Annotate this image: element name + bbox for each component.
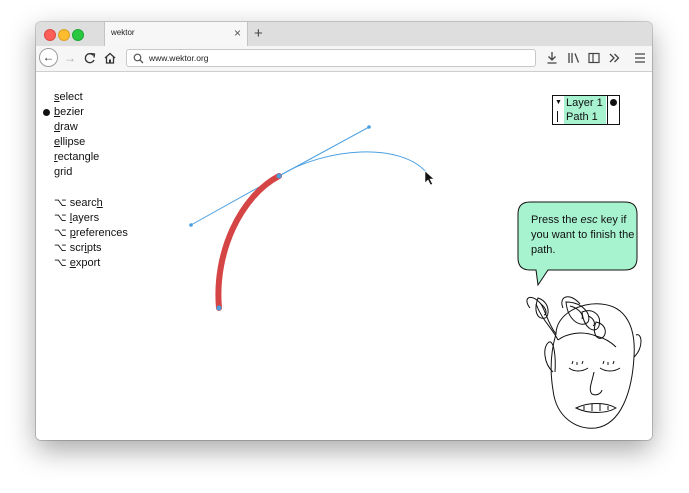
layer-visibility-dot-icon[interactable]	[610, 99, 617, 106]
tab-wektor[interactable]: wektor ×	[104, 22, 248, 46]
tool-rectangle[interactable]: rectangle	[54, 150, 128, 165]
anchor-point[interactable]	[276, 173, 282, 179]
zoom-window-button[interactable]	[72, 29, 84, 41]
tool-menu: select bezier draw ellipse rectangle gri…	[43, 90, 128, 271]
tool-ellipse[interactable]: ellipse	[54, 135, 128, 150]
reload-icon[interactable]	[82, 49, 98, 72]
forward-arrow-icon[interactable]: →	[62, 49, 78, 67]
anchor-point-start[interactable]	[216, 305, 222, 311]
tab-close-icon[interactable]: ×	[234, 25, 241, 41]
handle-point-out[interactable]	[367, 125, 371, 129]
url-text: www.wektor.org	[149, 53, 209, 63]
address-bar[interactable]: www.wektor.org	[126, 49, 536, 67]
nav-toolbar: ← → www.wektor.org	[36, 46, 652, 72]
panel-layers[interactable]: ⌥ layers	[54, 211, 128, 226]
search-icon	[133, 53, 144, 64]
download-icon[interactable]	[544, 49, 560, 73]
active-tool-indicator	[43, 109, 50, 116]
back-arrow-icon[interactable]: ←	[39, 48, 58, 67]
tool-draw[interactable]: draw	[54, 120, 128, 135]
path-row[interactable]: Path 1	[553, 110, 607, 124]
panel-divider	[607, 96, 608, 124]
panel-export[interactable]: ⌥ export	[54, 256, 128, 271]
tool-select[interactable]: select	[54, 90, 128, 105]
character-illustration	[526, 296, 642, 429]
hint-text: Press the esc key if you want to finish …	[531, 214, 635, 256]
close-window-button[interactable]	[44, 29, 56, 41]
overflow-chevron-icon[interactable]	[606, 49, 622, 73]
layer-name[interactable]: Layer 1	[564, 96, 606, 110]
new-tab-button[interactable]: +	[254, 23, 263, 45]
minimize-window-button[interactable]	[58, 29, 70, 41]
tree-line-icon	[557, 111, 558, 122]
mouse-cursor-icon	[424, 170, 435, 186]
browser-window: wektor × + ← → www.wektor.org select bez…	[36, 22, 652, 440]
path-name[interactable]: Path 1	[564, 110, 606, 124]
layers-panel: ▼ Layer 1 Path 1	[552, 95, 620, 125]
tool-bezier[interactable]: bezier	[43, 105, 128, 120]
panel-preferences[interactable]: ⌥ preferences	[54, 226, 128, 241]
home-icon[interactable]	[102, 49, 118, 72]
caret-down-icon[interactable]: ▼	[555, 96, 562, 110]
panel-scripts[interactable]: ⌥ scripts	[54, 241, 128, 256]
hamburger-menu-icon[interactable]	[632, 49, 648, 73]
layer-row[interactable]: ▼ Layer 1	[553, 96, 607, 110]
committed-path[interactable]	[215, 173, 282, 311]
tab-title: wektor	[111, 28, 135, 37]
tool-grid[interactable]: grid	[54, 165, 128, 180]
esc-key-word: esc	[580, 214, 598, 226]
tab-bar: wektor × +	[36, 22, 652, 47]
sidebar-icon[interactable]	[586, 49, 602, 73]
library-icon[interactable]	[566, 49, 582, 73]
wektor-canvas[interactable]: select bezier draw ellipse rectangle gri…	[36, 72, 652, 440]
panel-search[interactable]: ⌥ search	[54, 196, 128, 211]
handle-point-in[interactable]	[189, 223, 193, 227]
